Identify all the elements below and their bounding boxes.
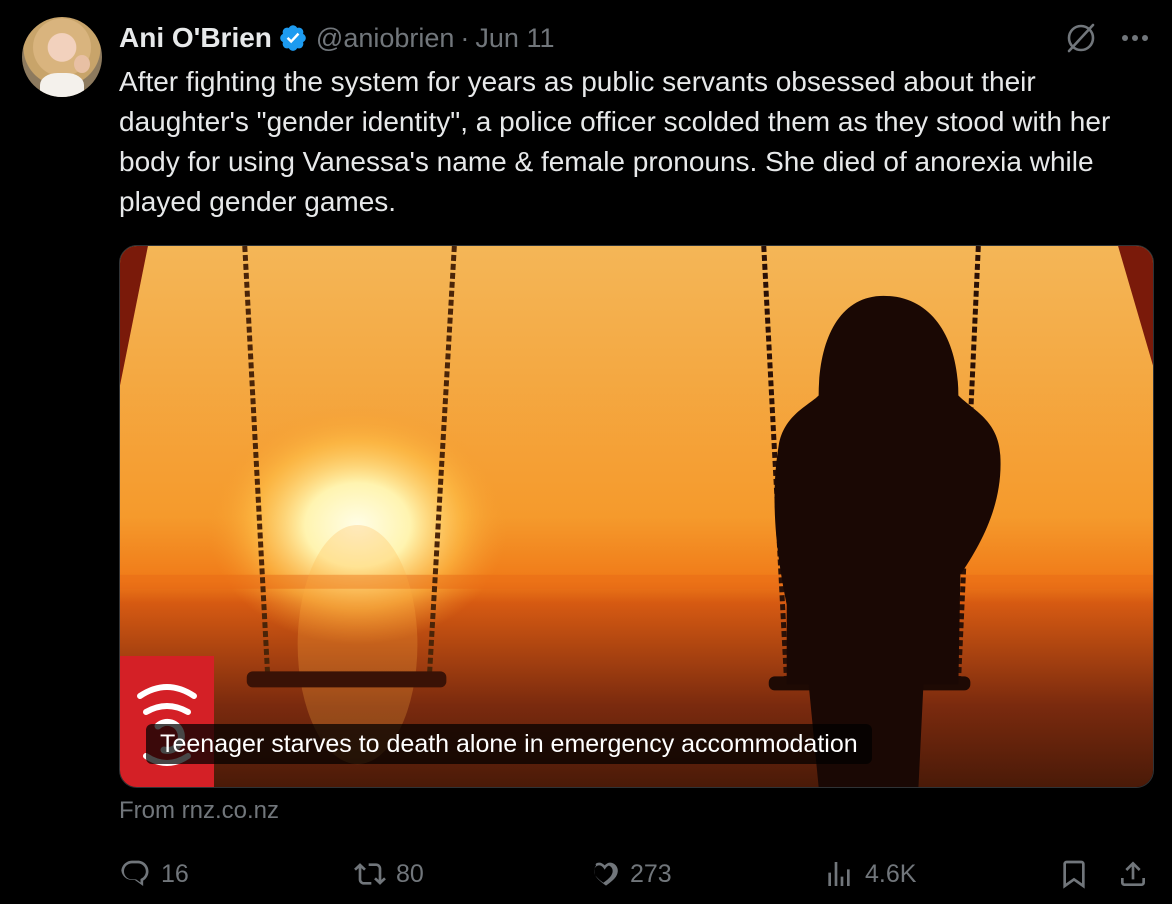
- rnz-logo: [120, 656, 214, 787]
- share-button[interactable]: [1117, 858, 1149, 890]
- like-count: 273: [630, 859, 672, 888]
- views-button[interactable]: 4.6K: [823, 858, 916, 890]
- rnz-logo-mark: [137, 684, 197, 766]
- grok-icon[interactable]: [1063, 20, 1099, 56]
- author-name[interactable]: Ani O'Brien: [119, 22, 272, 54]
- repost-count: 80: [396, 859, 424, 888]
- separator-dot: ·: [460, 22, 470, 53]
- link-card-image[interactable]: Teenager starves to death alone in emerg…: [119, 245, 1154, 788]
- reply-button[interactable]: 16: [119, 858, 189, 890]
- tweet-date[interactable]: Jun 11: [475, 23, 554, 54]
- action-bar: 16 80 273 4.6K: [0, 852, 1172, 898]
- like-button[interactable]: 273: [588, 858, 672, 890]
- bookmark-button[interactable]: [1058, 858, 1090, 890]
- card-caption: Teenager starves to death alone in emerg…: [146, 724, 872, 764]
- repost-button[interactable]: 80: [354, 858, 424, 890]
- more-icon[interactable]: [1117, 26, 1153, 50]
- repost-icon: [354, 863, 386, 885]
- author-handle[interactable]: @aniobrien: [316, 23, 455, 54]
- reply-count: 16: [161, 859, 189, 888]
- share-icon: [1121, 861, 1145, 886]
- avatar[interactable]: [22, 17, 102, 97]
- sunset-swing-photo: [120, 246, 1153, 787]
- views-count: 4.6K: [865, 859, 917, 888]
- verified-badge-icon: [280, 25, 306, 51]
- card-source[interactable]: From rnz.co.nz: [119, 797, 279, 825]
- reply-icon: [121, 860, 149, 886]
- tweet-text: After fighting the system for years as p…: [119, 66, 1111, 217]
- views-icon: [828, 862, 850, 886]
- bookmark-icon: [1063, 860, 1085, 889]
- heart-icon: [593, 862, 618, 886]
- tweet-header: Ani O'Brien @aniobrien · Jun 11: [119, 20, 554, 56]
